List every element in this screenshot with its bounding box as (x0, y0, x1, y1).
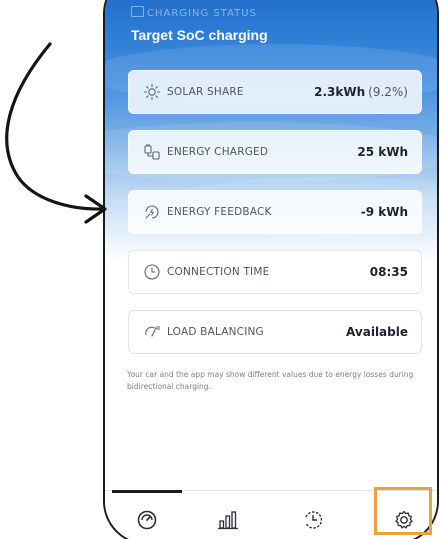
settings-highlight-box (374, 487, 432, 535)
charging-status-label: CHARGING STATUS (147, 8, 257, 19)
sun-icon (143, 83, 161, 101)
solar-share-card[interactable]: SOLAR SHARE 2.3kWh (9.2%) (128, 70, 422, 114)
statistics-bar-chart-icon (218, 511, 238, 530)
solar-share-percent: (9.2%) (368, 85, 408, 99)
energy-feedback-icon (143, 203, 161, 221)
load-balancing-icon (143, 323, 161, 341)
energy-charged-card[interactable]: ENERGY CHARGED 25 kWh (128, 130, 422, 174)
phone-frame: CHARGING STATUS Target SoC charging SOLA… (103, 0, 439, 539)
nav-tab-statistics[interactable] (214, 506, 242, 534)
load-balancing-label: LOAD BALANCING (167, 326, 264, 338)
active-tab-indicator (112, 490, 182, 493)
energy-feedback-label: ENERGY FEEDBACK (167, 206, 272, 218)
energy-charged-value: 25 kWh (357, 145, 408, 159)
charging-gauge-icon (137, 510, 157, 530)
solar-share-label: SOLAR SHARE (167, 86, 244, 98)
connection-time-label: CONNECTION TIME (167, 266, 270, 278)
energy-charged-label: ENERGY CHARGED (167, 146, 269, 158)
solar-share-value: 2.3kWh (9.2%) (314, 85, 408, 99)
connection-time-card[interactable]: CONNECTION TIME 08:35 (128, 250, 422, 294)
nav-tab-history[interactable] (299, 506, 327, 534)
load-balancing-value: Available (346, 325, 408, 339)
history-icon (305, 511, 323, 529)
connection-time-value: 08:35 (369, 265, 408, 279)
plug-icon (143, 143, 161, 161)
clock-icon (143, 263, 161, 281)
charging-status-title: Target SoC charging (131, 27, 268, 43)
battery-status-icon (131, 6, 144, 17)
disclaimer-text: Your car and the app may show different … (127, 370, 414, 391)
nav-tab-charging[interactable] (133, 506, 161, 534)
energy-feedback-value: -9 kWh (360, 205, 408, 219)
load-balancing-card[interactable]: LOAD BALANCING Available (128, 310, 422, 354)
energy-feedback-card[interactable]: ENERGY FEEDBACK -9 kWh (128, 190, 422, 234)
screenshot-stage: CHARGING STATUS Target SoC charging SOLA… (0, 0, 441, 539)
